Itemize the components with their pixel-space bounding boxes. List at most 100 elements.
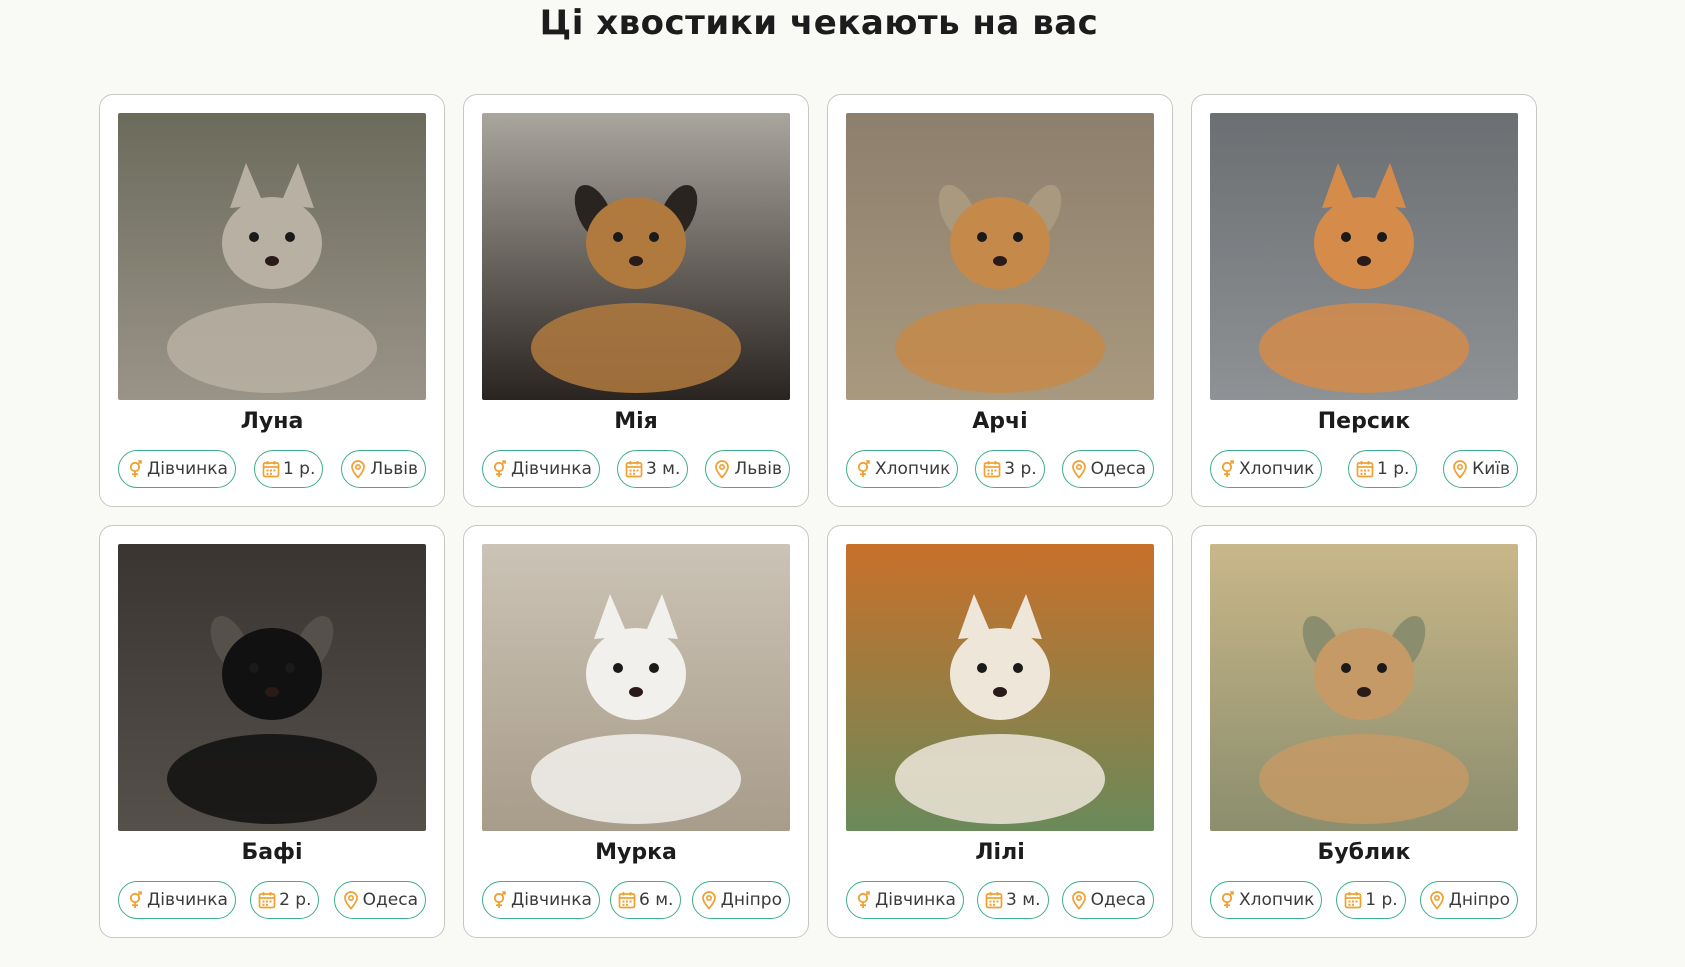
gender-label: Дівчинка [511,459,592,479]
gender-icon [489,459,509,479]
location-pin-icon [1450,459,1470,479]
pet-tags: Дівчинка 6 м. Дніпро [482,881,790,919]
calendar-icon [1343,890,1363,910]
gender-label: Дівчинка [147,890,228,910]
pet-card[interactable]: Мурка Дівчинка 6 м. Дніпро [463,525,809,938]
pet-card[interactable]: Арчі Хлопчик 3 р. Одеса [827,94,1173,507]
location-pin-icon [348,459,368,479]
pet-name: Арчі [972,409,1028,434]
gender-icon [125,459,145,479]
pet-tags: Дівчинка 3 м. Львів [482,450,790,488]
pet-name: Мія [614,409,658,434]
calendar-icon [982,459,1002,479]
age-label: 1 р. [282,459,316,479]
age-tag: 3 р. [975,450,1045,488]
pet-card[interactable]: Луна Дівчинка 1 р. Львів [99,94,445,507]
pet-photo-ginger-cat-on-step[interactable] [1210,113,1518,400]
gender-icon [853,459,873,479]
gender-label: Хлопчик [1239,459,1315,479]
gender-label: Хлопчик [1239,890,1315,910]
pet-tags: Хлопчик 1 р. Київ [1210,450,1518,488]
gender-icon [1217,890,1237,910]
pet-card[interactable]: Лілі Дівчинка 3 м. Одеса [827,525,1173,938]
gender-icon [125,890,145,910]
gender-tag: Дівчинка [118,450,236,488]
gender-tag: Дівчинка [118,881,236,919]
age-label: 3 м. [645,459,681,479]
pet-card[interactable]: Мія Дівчинка 3 м. Львів [463,94,809,507]
pet-name: Бафі [241,840,303,865]
age-tag: 1 р. [1336,881,1406,919]
age-tag: 2 р. [250,881,320,919]
pet-name: Луна [240,409,304,434]
location-tag: Львів [341,450,426,488]
gender-tag: Дівчинка [482,881,600,919]
gender-icon [1217,459,1237,479]
age-label: 2 р. [279,890,312,910]
age-tag: 6 м. [610,881,682,919]
pet-tags: Дівчинка 2 р. Одеса [118,881,426,919]
pet-name: Лілі [975,840,1025,865]
location-tag: Київ [1443,450,1518,488]
location-tag: Одеса [1061,450,1154,488]
pet-name: Бублик [1317,840,1411,865]
location-label: Київ [1472,459,1510,479]
gender-label: Хлопчик [875,459,951,479]
location-tag: Дніпро [1419,881,1518,919]
calendar-icon [1355,459,1375,479]
location-label: Дніпро [720,890,782,910]
pet-photo-fawn-puppy-big-ears[interactable] [1210,544,1518,831]
age-label: 1 р. [1377,459,1410,479]
pet-photo-ginger-dog-on-sand[interactable] [846,113,1154,400]
pet-card[interactable]: Бублик Хлопчик 1 р. Дніпро [1191,525,1537,938]
age-tag: 3 м. [977,881,1049,919]
pet-photo-tabby-cat-lying[interactable] [118,113,426,400]
age-tag: 3 м. [616,450,689,488]
location-tag: Дніпро [691,881,790,919]
pet-card[interactable]: Персик Хлопчик 1 р. Київ [1191,94,1537,507]
location-pin-icon [1069,459,1089,479]
pet-tags: Хлопчик 3 р. Одеса [846,450,1154,488]
pet-tags: Дівчинка 1 р. Львів [118,450,426,488]
location-tag: Одеса [333,881,426,919]
gender-tag: Дівчинка [846,881,964,919]
location-label: Одеса [1090,890,1146,910]
calendar-icon [261,459,281,479]
age-label: 3 р. [1004,459,1037,479]
location-tag: Львів [705,450,790,488]
pets-grid: Луна Дівчинка 1 р. Львів Мія Дівчинка 3 … [99,94,1537,938]
location-label: Одеса [362,890,418,910]
age-tag: 1 р. [1348,450,1418,488]
age-label: 1 р. [1365,890,1398,910]
pet-name: Персик [1317,409,1411,434]
pet-tags: Хлопчик 1 р. Дніпро [1210,881,1518,919]
gender-tag: Хлопчик [1210,450,1323,488]
location-tag: Одеса [1061,881,1154,919]
calendar-icon [257,890,277,910]
gender-label: Дівчинка [511,890,592,910]
gender-icon [489,890,509,910]
pet-photo-shepherd-puppy[interactable] [482,113,790,400]
pet-photo-white-kitten-on-sofa[interactable] [482,544,790,831]
age-label: 3 м. [1006,890,1041,910]
section-title: Ці хвостики чекають на вас [539,3,1099,43]
location-pin-icon [1427,890,1447,910]
gender-tag: Дівчинка [482,450,600,488]
age-tag: 1 р. [253,450,324,488]
pet-photo-black-white-dog[interactable] [118,544,426,831]
location-pin-icon [1069,890,1089,910]
location-label: Львів [370,459,418,479]
pet-photo-siamese-kitten[interactable] [846,544,1154,831]
location-pin-icon [699,890,719,910]
pet-card[interactable]: Бафі Дівчинка 2 р. Одеса [99,525,445,938]
location-label: Львів [734,459,782,479]
pet-name: Мурка [595,840,677,865]
page: Ці хвостики чекають на вас Луна Дівчинка… [0,0,1685,967]
age-label: 6 м. [639,890,674,910]
pet-tags: Дівчинка 3 м. Одеса [846,881,1154,919]
gender-icon [853,890,873,910]
location-pin-icon [341,890,361,910]
location-label: Дніпро [1448,890,1510,910]
location-label: Одеса [1090,459,1146,479]
location-pin-icon [712,459,732,479]
